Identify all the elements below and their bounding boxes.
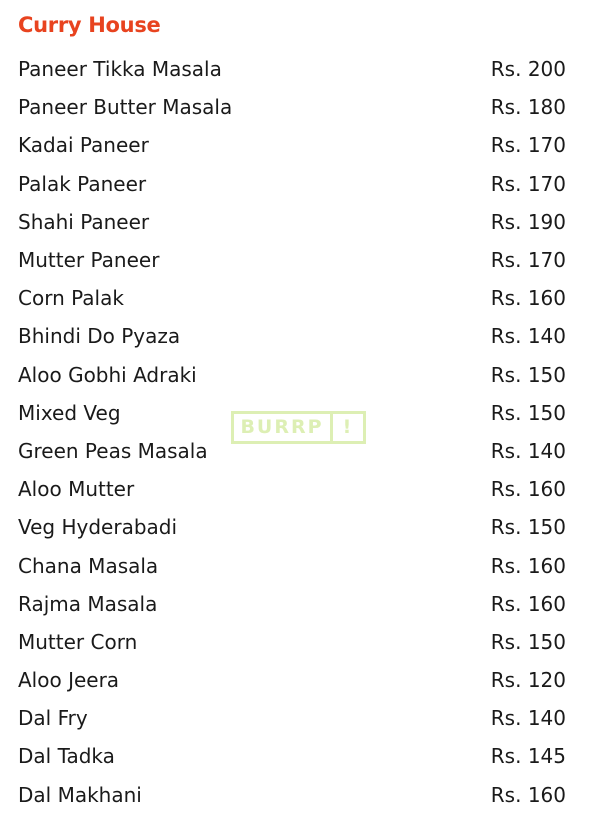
item-price: Rs. 120 [490,668,566,693]
item-price: Rs. 140 [490,438,566,463]
item-name: Bhindi Do Pyaza [18,324,181,349]
menu-item-dal-fry: Dal Fry Rs. 140 [18,699,568,737]
menu-item-rajma-masala: Rajma Masala Rs. 160 [18,585,568,623]
menu-item-dal-makhani: Dal Makhani Rs. 160 [18,776,568,814]
item-name: Green Peas Masala [18,438,208,463]
item-price: Rs. 150 [490,400,566,425]
menu-item-kadai-paneer: Kadai Paneer Rs. 170 [18,126,568,164]
item-price: Rs. 170 [490,133,566,158]
menu-page: Curry House Paneer Tikka Masala Rs. 200 … [0,0,600,820]
menu-item-paneer-butter-masala: Paneer Butter Masala Rs. 180 [18,88,568,126]
watermark-word: BURRP [234,414,333,441]
item-price: Rs. 200 [490,57,566,82]
item-name: Paneer Butter Masala [18,95,233,120]
item-name: Dal Fry [18,706,88,731]
menu-item-mutter-paneer: Mutter Paneer Rs. 170 [18,241,568,279]
item-price: Rs. 180 [490,95,566,120]
item-price: Rs. 150 [490,362,566,387]
item-name: Kadai Paneer [18,133,149,158]
item-price: Rs. 170 [490,248,566,273]
burrp-watermark: BURRP ! [231,411,366,444]
item-name: Chana Masala [18,553,159,578]
item-price: Rs. 160 [490,553,566,578]
item-price: Rs. 160 [490,782,566,807]
item-name: Mixed Veg [18,400,121,425]
menu-item-shahi-paneer: Shahi Paneer Rs. 190 [18,203,568,241]
item-name: Mutter Paneer [18,248,160,273]
menu-item-chana-masala: Chana Masala Rs. 160 [18,546,568,584]
menu-item-bhindi-do-pyaza: Bhindi Do Pyaza Rs. 140 [18,317,568,355]
menu-item-aloo-mutter: Aloo Mutter Rs. 160 [18,470,568,508]
item-price: Rs. 160 [490,286,566,311]
menu-item-aloo-gobhi-adraki: Aloo Gobhi Adraki Rs. 150 [18,356,568,394]
item-name: Dal Makhani [18,782,142,807]
item-name: Rajma Masala [18,591,158,616]
menu-item-dal-tadka: Dal Tadka Rs. 145 [18,737,568,775]
item-name: Veg Hyderabadi [18,515,178,540]
menu-item-paneer-tikka-masala: Paneer Tikka Masala Rs. 200 [18,50,568,88]
item-name: Aloo Mutter [18,477,135,502]
item-price: Rs. 190 [490,209,566,234]
item-price: Rs. 140 [490,706,566,731]
menu-item-palak-paneer: Palak Paneer Rs. 170 [18,165,568,203]
item-name: Aloo Gobhi Adraki [18,362,197,387]
item-price: Rs. 150 [490,515,566,540]
item-name: Dal Tadka [18,744,115,769]
item-price: Rs. 160 [490,477,566,502]
item-name: Shahi Paneer [18,209,150,234]
item-price: Rs. 140 [490,324,566,349]
item-name: Paneer Tikka Masala [18,57,222,82]
item-price: Rs. 145 [490,744,566,769]
menu-item-veg-hyderabadi: Veg Hyderabadi Rs. 150 [18,508,568,546]
item-name: Corn Palak [18,286,124,311]
menu-item-mutter-corn: Mutter Corn Rs. 150 [18,623,568,661]
menu-item-aloo-jeera: Aloo Jeera Rs. 120 [18,661,568,699]
item-price: Rs. 150 [490,629,566,654]
watermark-bang: ! [342,416,354,438]
item-price: Rs. 160 [490,591,566,616]
menu-item-corn-palak: Corn Palak Rs. 160 [18,279,568,317]
item-name: Palak Paneer [18,171,147,196]
item-price: Rs. 170 [490,171,566,196]
item-name: Mutter Corn [18,629,138,654]
item-name: Aloo Jeera [18,668,120,693]
section-title: Curry House [18,13,161,37]
